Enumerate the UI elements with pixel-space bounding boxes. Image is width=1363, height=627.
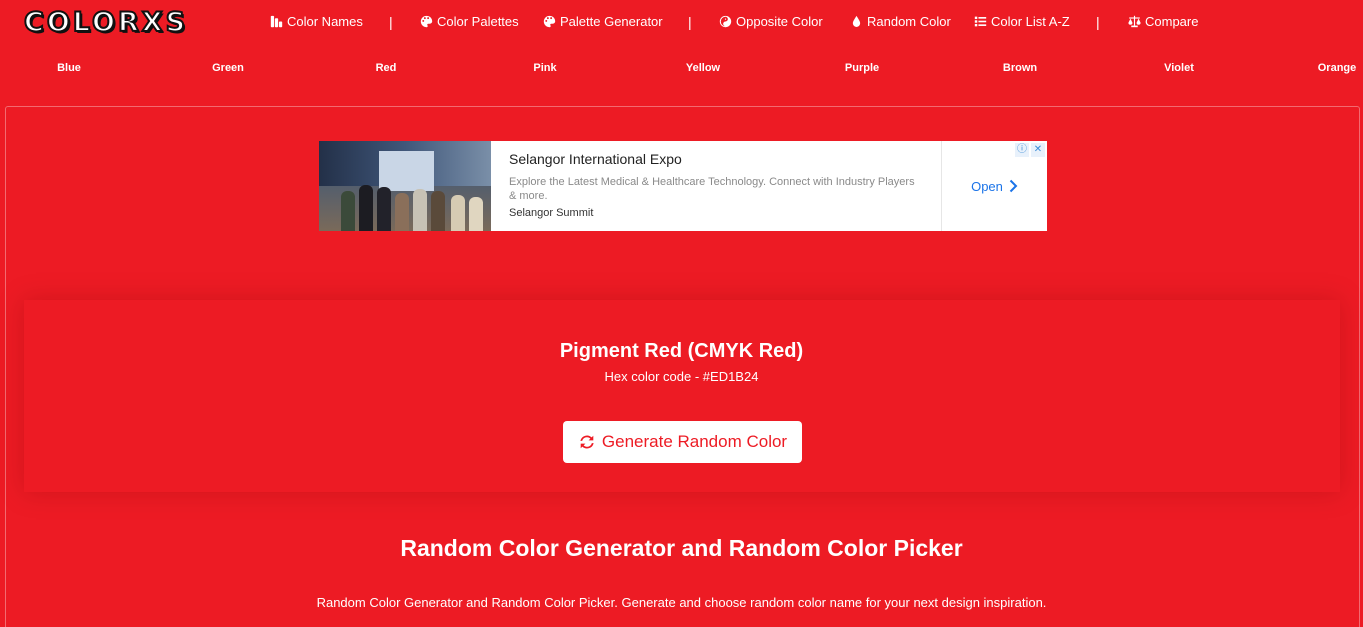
page-heading: Random Color Generator and Random Color …	[400, 535, 963, 561]
droplet-icon	[852, 15, 861, 27]
nav-palette-generator[interactable]: Palette Generator	[543, 14, 663, 29]
nav-compare[interactable]: Compare	[1128, 14, 1198, 29]
color-link-orange[interactable]: Orange	[1318, 62, 1357, 74]
generate-random-color-button[interactable]: Generate Random Color	[563, 421, 802, 463]
hex-color-code: Hex color code - #ED1B24	[604, 369, 759, 384]
advertisement[interactable]: Selangor International Expo Explore the …	[319, 141, 1047, 231]
nav-random-color[interactable]: Random Color	[850, 14, 951, 29]
balance-scale-icon	[1128, 15, 1141, 28]
ad-description: Explore the Latest Medical & Healthcare …	[509, 176, 915, 202]
nav-label: Color List A-Z	[991, 14, 1070, 29]
nav-separator: |	[688, 14, 692, 30]
color-link-purple[interactable]: Purple	[845, 62, 879, 74]
page-description: Random Color Generator and Random Color …	[316, 595, 1047, 610]
color-link-yellow[interactable]: Yellow	[686, 62, 720, 74]
ad-close-icon[interactable]: ✕	[1031, 143, 1045, 157]
color-link-blue[interactable]: Blue	[57, 62, 81, 74]
color-name: Pigment Red (CMYK Red)	[559, 340, 804, 362]
color-link-pink[interactable]: Pink	[533, 62, 556, 74]
nav-label: Color Names	[287, 14, 363, 29]
nav-color-list[interactable]: Color List A-Z	[974, 14, 1070, 29]
chevron-right-icon	[1009, 179, 1018, 193]
nav-color-palettes[interactable]: Color Palettes	[420, 14, 519, 29]
ad-title[interactable]: Selangor International Expo	[509, 151, 923, 167]
color-link-red[interactable]: Red	[376, 62, 397, 74]
palette-icon	[420, 15, 433, 28]
top-navigation: Color Names | Color Palettes Palette Gen…	[0, 14, 1363, 34]
color-link-violet[interactable]: Violet	[1164, 62, 1194, 74]
yin-yang-icon	[719, 15, 732, 28]
palette-icon	[543, 15, 556, 28]
nav-separator: |	[389, 14, 393, 30]
ad-cta-label: Open	[971, 178, 1003, 194]
nav-label: Palette Generator	[560, 14, 663, 29]
nav-separator: |	[1096, 14, 1100, 30]
color-category-nav: Blue Green Red Pink Yellow Purple Brown …	[0, 62, 1363, 78]
palette-swatch-icon	[270, 15, 283, 28]
nav-color-names[interactable]: Color Names	[270, 14, 363, 29]
ad-image[interactable]	[319, 141, 491, 231]
list-icon	[974, 16, 987, 27]
color-link-brown[interactable]: Brown	[1003, 62, 1037, 74]
generate-button-label: Generate Random Color	[601, 432, 788, 451]
nav-opposite-color[interactable]: Opposite Color	[719, 14, 823, 29]
nav-label: Random Color	[867, 14, 951, 29]
color-link-green[interactable]: Green	[212, 62, 244, 74]
nav-label: Opposite Color	[736, 14, 823, 29]
ad-info-icon[interactable]: ⓘ	[1015, 143, 1029, 157]
refresh-icon	[580, 435, 594, 449]
nav-label: Color Palettes	[437, 14, 519, 29]
color-card	[24, 300, 1340, 492]
nav-label: Compare	[1145, 14, 1199, 29]
ad-brand: Selangor Summit	[509, 207, 594, 219]
